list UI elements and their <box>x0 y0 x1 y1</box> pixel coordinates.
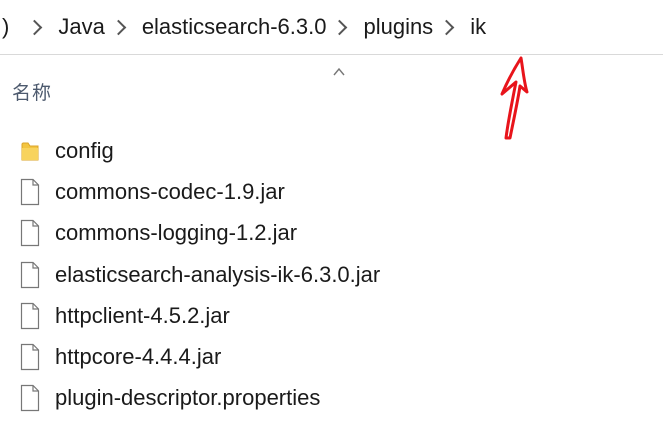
breadcrumb-item-plugins[interactable]: plugins <box>361 14 435 40</box>
file-name: commons-logging-1.2.jar <box>55 220 298 246</box>
breadcrumb-item-elasticsearch[interactable]: elasticsearch-6.3.0 <box>140 14 329 40</box>
file-name: plugin-descriptor.properties <box>55 385 321 411</box>
list-item-httpclient[interactable]: httpclient-4.5.2.jar <box>0 295 663 336</box>
file-name: elasticsearch-analysis-ik-6.3.0.jar <box>55 261 381 287</box>
file-icon <box>20 302 40 329</box>
chevron-right-icon[interactable] <box>27 19 43 35</box>
list-item-httpcore[interactable]: httpcore-4.4.4.jar <box>0 336 663 377</box>
file-name: httpcore-4.4.4.jar <box>55 344 222 370</box>
breadcrumb-leading-fragment: ) <box>2 14 10 39</box>
list-item-elasticsearch-analysis-ik[interactable]: elasticsearch-analysis-ik-6.3.0.jar <box>0 254 663 295</box>
folder-icon <box>21 142 39 161</box>
file-icon <box>20 344 40 371</box>
list-item-commons-logging[interactable]: commons-logging-1.2.jar <box>0 213 663 254</box>
column-header-name[interactable]: 名称 <box>12 78 52 105</box>
chevron-right-icon[interactable] <box>332 19 348 35</box>
file-name: config <box>55 137 114 163</box>
breadcrumb-item-ik[interactable]: ik <box>468 14 488 40</box>
list-item-plugin-descriptor[interactable]: plugin-descriptor.properties <box>0 378 663 419</box>
file-name: httpclient-4.5.2.jar <box>55 302 230 328</box>
file-icon <box>20 220 40 247</box>
chevron-right-icon[interactable] <box>110 19 127 35</box>
breadcrumb-item-label: plugins <box>363 14 434 39</box>
list-item-config[interactable]: config <box>0 130 663 171</box>
file-icon <box>20 178 40 206</box>
breadcrumb-item-label: Java <box>58 14 105 39</box>
file-icon <box>20 385 40 412</box>
chevron-up-icon <box>333 67 345 76</box>
breadcrumb-item-label: ik <box>470 14 487 39</box>
breadcrumb-item-java[interactable]: Java <box>56 14 106 40</box>
file-list: config commons-codec-1.9.jar commons-log… <box>0 130 663 419</box>
breadcrumb: ) Java elasticsearch-6.3.0 plugins ik <box>0 0 663 55</box>
breadcrumb-item-label: elasticsearch-6.3.0 <box>141 14 327 39</box>
file-icon <box>20 261 40 288</box>
chevron-right-icon[interactable] <box>438 19 455 35</box>
list-item-commons-codec[interactable]: commons-codec-1.9.jar <box>0 171 663 212</box>
file-name: commons-codec-1.9.jar <box>55 178 285 204</box>
